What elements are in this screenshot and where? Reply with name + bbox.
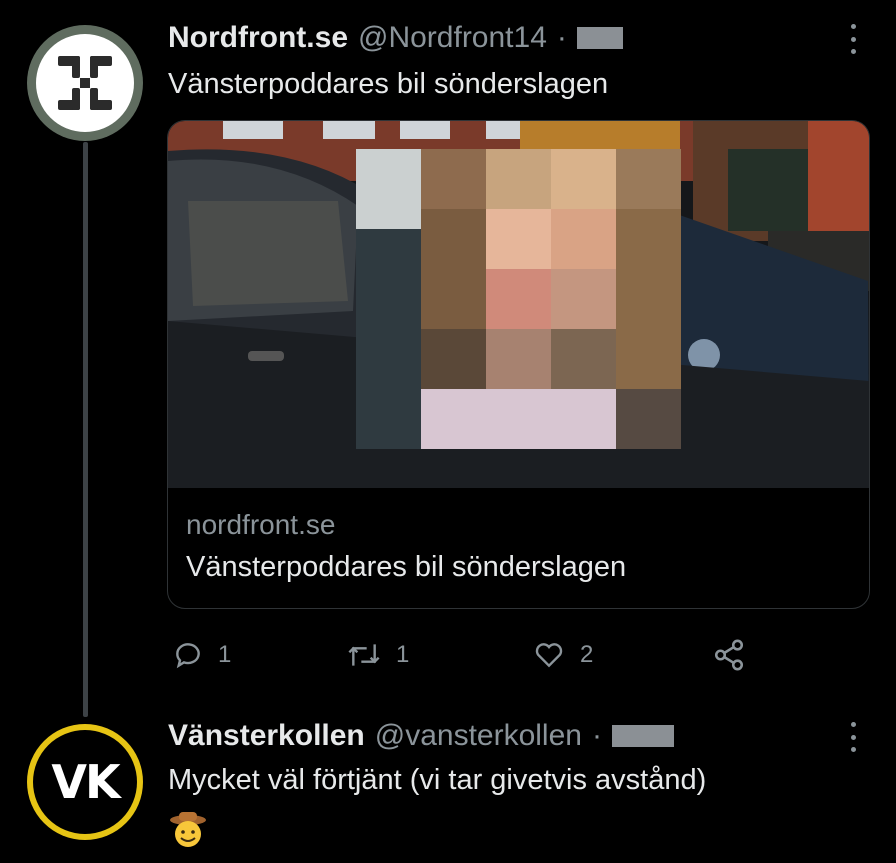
- display-name[interactable]: Nordfront.se: [168, 21, 348, 55]
- more-options-icon[interactable]: [846, 24, 860, 54]
- tweet1-header: Nordfront.se @Nordfront14 ·: [168, 18, 623, 58]
- link-card[interactable]: nordfront.se Vänsterpoddares bil sönders…: [167, 120, 870, 609]
- avatar-initials: VK: [51, 755, 120, 809]
- tweet1-action-bar: 1 1 2: [172, 630, 872, 680]
- vansterkollen-avatar[interactable]: VK: [27, 724, 143, 840]
- heart-icon: [535, 643, 563, 668]
- retweet-button[interactable]: 1: [346, 630, 409, 680]
- redacted-timestamp: [576, 27, 623, 49]
- share-button[interactable]: [712, 630, 746, 680]
- reply-button[interactable]: 1: [172, 630, 231, 680]
- display-name[interactable]: Vänsterkollen: [168, 719, 365, 753]
- retweet-arrows-icon: [348, 644, 380, 666]
- card-domain: nordfront.se: [186, 509, 336, 540]
- card-title: Vänsterpoddares bil sönderslagen: [186, 551, 627, 583]
- hands-emblem-icon: [36, 34, 134, 132]
- separator-dot: ·: [591, 719, 602, 752]
- user-handle[interactable]: @vansterkollen: [375, 719, 582, 753]
- redacted-timestamp: [611, 725, 674, 747]
- tweet2-header: Vänsterkollen @vansterkollen ·: [168, 716, 674, 756]
- card-image[interactable]: [168, 121, 869, 488]
- nordfront-avatar[interactable]: [27, 25, 143, 141]
- cowboy-face-icon: [168, 810, 208, 850]
- speech-bubble-icon: [176, 643, 200, 669]
- separator-dot: ·: [556, 21, 567, 54]
- more-options-icon[interactable]: [846, 722, 860, 752]
- like-count: 2: [580, 641, 594, 668]
- tweet-text: Mycket väl förtjänt (vi tar givetvis avs…: [168, 764, 707, 796]
- user-handle[interactable]: @Nordfront14: [358, 21, 547, 55]
- like-button[interactable]: 2: [532, 630, 593, 680]
- thread-connector-line: [83, 142, 88, 717]
- retweet-count: 1: [396, 641, 410, 668]
- share-nodes-icon: [714, 639, 744, 671]
- tweet-text: Vänsterpoddares bil sönderslagen: [168, 68, 609, 100]
- reply-count: 1: [218, 641, 232, 668]
